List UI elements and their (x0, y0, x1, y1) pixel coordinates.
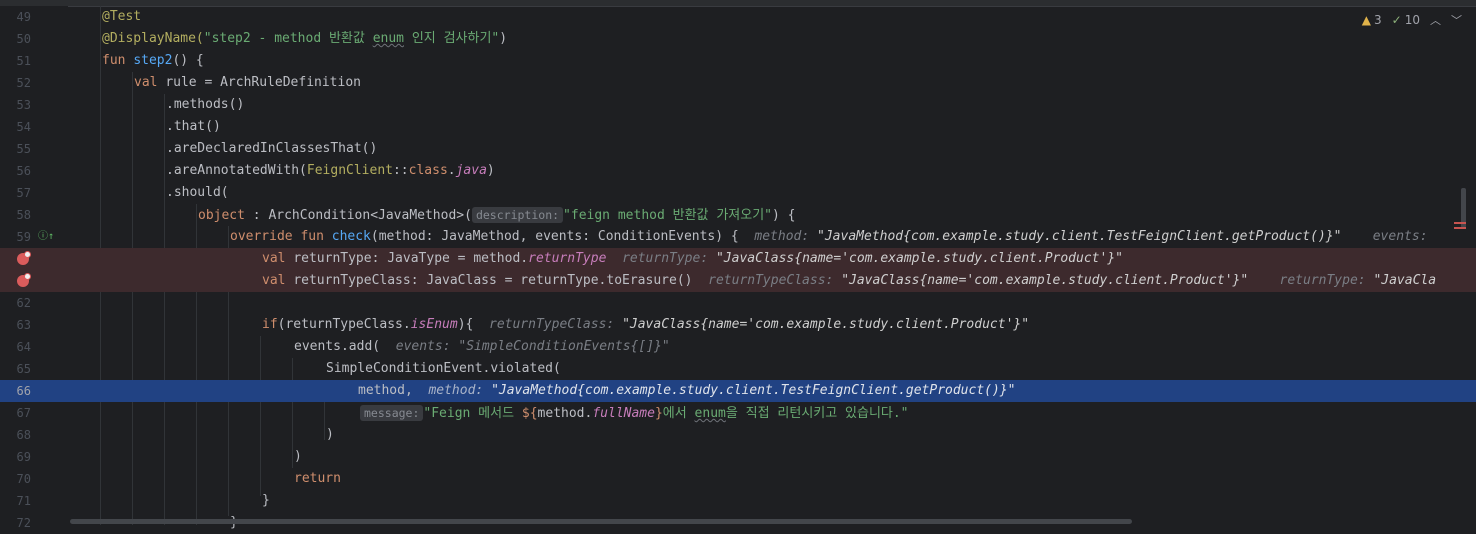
error-stripe-mark[interactable] (1454, 222, 1466, 224)
code-line: 69 ) (0, 446, 1476, 468)
code-line: 65 SimpleConditionEvent.violated( (0, 358, 1476, 380)
line-number: 54 (16, 120, 31, 134)
code-line: 59 ⓘ↑ override fun check(method: JavaMet… (0, 226, 1476, 248)
code-text: val returnType: JavaType = method.return… (262, 251, 1123, 266)
chevron-down-icon[interactable]: ﹀ (1451, 12, 1462, 28)
inspection-widget[interactable]: ▲ 3 ✓ 10 ︿ ﹀ (1362, 12, 1462, 28)
line-number: 56 (16, 164, 31, 178)
code-line: 50 @DisplayName("step2 - method 반환값 enum… (0, 28, 1476, 50)
error-stripe-mark[interactable] (1454, 227, 1466, 229)
code-text: method, method: "JavaMethod{com.example.… (358, 383, 1016, 398)
code-text: .areAnnotatedWith(FeignClient::class.jav… (166, 163, 495, 178)
code-line: 53 .methods() (0, 94, 1476, 116)
code-line: 64 events.add( events: "SimpleConditionE… (0, 336, 1476, 358)
code-text: @Test (102, 9, 142, 24)
warnings-indicator[interactable]: ▲ 3 (1362, 13, 1382, 27)
code-line-breakpoint: 61 val returnTypeClass: JavaClass = retu… (0, 270, 1476, 292)
chevron-up-icon[interactable]: ︿ (1430, 12, 1441, 28)
horizontal-scrollbar-thumb[interactable] (70, 519, 1132, 524)
code-text: .should( (166, 185, 229, 200)
code-text: val rule = ArchRuleDefinition (134, 75, 361, 90)
line-number: 57 (16, 186, 31, 200)
code-line: 70 return (0, 468, 1476, 490)
line-number: 65 (16, 362, 31, 376)
code-line-breakpoint: 60 val returnType: JavaType = method.ret… (0, 248, 1476, 270)
line-number: 67 (16, 406, 31, 420)
line-number: 51 (16, 54, 31, 68)
code-line: 67 message: "Feign 메서드 ${method.fullName}… (0, 402, 1476, 424)
line-number: 71 (16, 494, 31, 508)
line-number: 58 (16, 208, 31, 222)
code-text: SimpleConditionEvent.violated( (326, 361, 561, 376)
line-number: 53 (16, 98, 31, 112)
line-number: 52 (16, 76, 31, 90)
override-icon[interactable]: ⓘ↑ (38, 231, 54, 243)
code-line: 56 .areAnnotatedWith(FeignClient::class.… (0, 160, 1476, 182)
code-text: override fun check(method: JavaMethod, e… (230, 229, 1436, 244)
line-number: 55 (16, 142, 31, 156)
code-text: } (262, 493, 270, 508)
code-line: 62 (0, 292, 1476, 314)
code-text: if(returnTypeClass.isEnum){ returnTypeCl… (262, 317, 1030, 332)
code-text: return (294, 471, 341, 486)
code-line: 51 fun step2() { (0, 50, 1476, 72)
code-line: 49 @Test (0, 6, 1476, 28)
check-icon: ✓ (1391, 13, 1402, 27)
code-text: .areDeclaredInClassesThat() (166, 141, 378, 156)
code-line: 55 .areDeclaredInClassesThat() (0, 138, 1476, 160)
code-text: object : ArchCondition<JavaMethod>(descr… (198, 207, 796, 223)
line-number: 69 (16, 450, 31, 464)
line-number: 59 (16, 230, 31, 244)
line-number: 70 (16, 472, 31, 486)
code-line: 63 if(returnTypeClass.isEnum){ returnTyp… (0, 314, 1476, 336)
code-line: 52 val rule = ArchRuleDefinition (0, 72, 1476, 94)
code-text: ) (294, 449, 302, 464)
line-number: 49 (16, 10, 31, 24)
code-text: fun step2() { (102, 53, 204, 68)
code-text: .that() (166, 119, 221, 134)
code-text: events.add( events: "SimpleConditionEven… (294, 339, 670, 354)
warning-icon: ▲ (1361, 13, 1372, 27)
code-line: 68 ) (0, 424, 1476, 446)
line-number: 68 (16, 428, 31, 442)
code-text: val returnTypeClass: JavaClass = returnT… (262, 273, 1437, 288)
parameter-hint: message: (360, 405, 424, 421)
line-number: 66 (16, 384, 31, 398)
checks-indicator[interactable]: ✓ 10 (1392, 13, 1420, 27)
line-number: 62 (16, 296, 31, 310)
parameter-hint: description: (471, 207, 564, 223)
code-line: 54 .that() (0, 116, 1476, 138)
code-text: ) (326, 427, 334, 442)
code-text: @DisplayName("step2 - method 반환값 enum 인지… (102, 31, 508, 46)
line-number: 72 (16, 516, 31, 530)
line-number: 63 (16, 318, 31, 332)
code-line: 58 object : ArchCondition<JavaMethod>(de… (0, 204, 1476, 226)
breakpoint-icon[interactable] (17, 273, 31, 287)
code-line-execution-point: 66 method, method: "JavaMethod{com.examp… (0, 380, 1476, 402)
code-text: message: "Feign 메서드 ${method.fullName}에서 … (360, 402, 909, 424)
breakpoint-icon[interactable] (17, 251, 31, 265)
line-number: 64 (16, 340, 31, 354)
code-line: 57 .should( (0, 182, 1476, 204)
code-text: .methods() (166, 97, 245, 112)
code-line: 71 } (0, 490, 1476, 512)
line-number: 50 (16, 32, 31, 46)
